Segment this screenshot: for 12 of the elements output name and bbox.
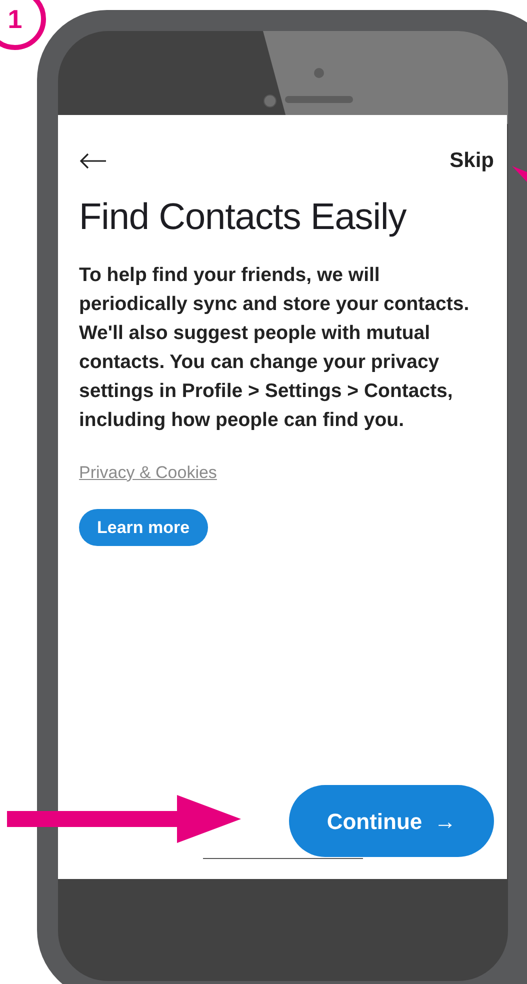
camera-icon: [263, 94, 277, 108]
pointer-arrow-icon: [7, 795, 241, 843]
sensor-icon: [314, 68, 324, 78]
pointer-arrow-tip-icon: [512, 166, 527, 182]
back-arrow-icon[interactable]: [79, 152, 107, 169]
continue-button[interactable]: Continue →: [289, 785, 494, 857]
skip-link[interactable]: Skip: [450, 145, 494, 176]
learn-more-button[interactable]: Learn more: [79, 509, 208, 546]
body-text: To help find your friends, we will periodically sync and store your contacts. We'll also suggest people with mutual contacts. You can change your privacy settings in Profile > Settings > Contacts, including how people can find you.: [79, 262, 470, 432]
privacy-link[interactable]: Privacy & Cookies: [79, 460, 217, 485]
speaker-grille: [285, 96, 353, 103]
page-title: Find Contacts Easily: [79, 194, 408, 238]
